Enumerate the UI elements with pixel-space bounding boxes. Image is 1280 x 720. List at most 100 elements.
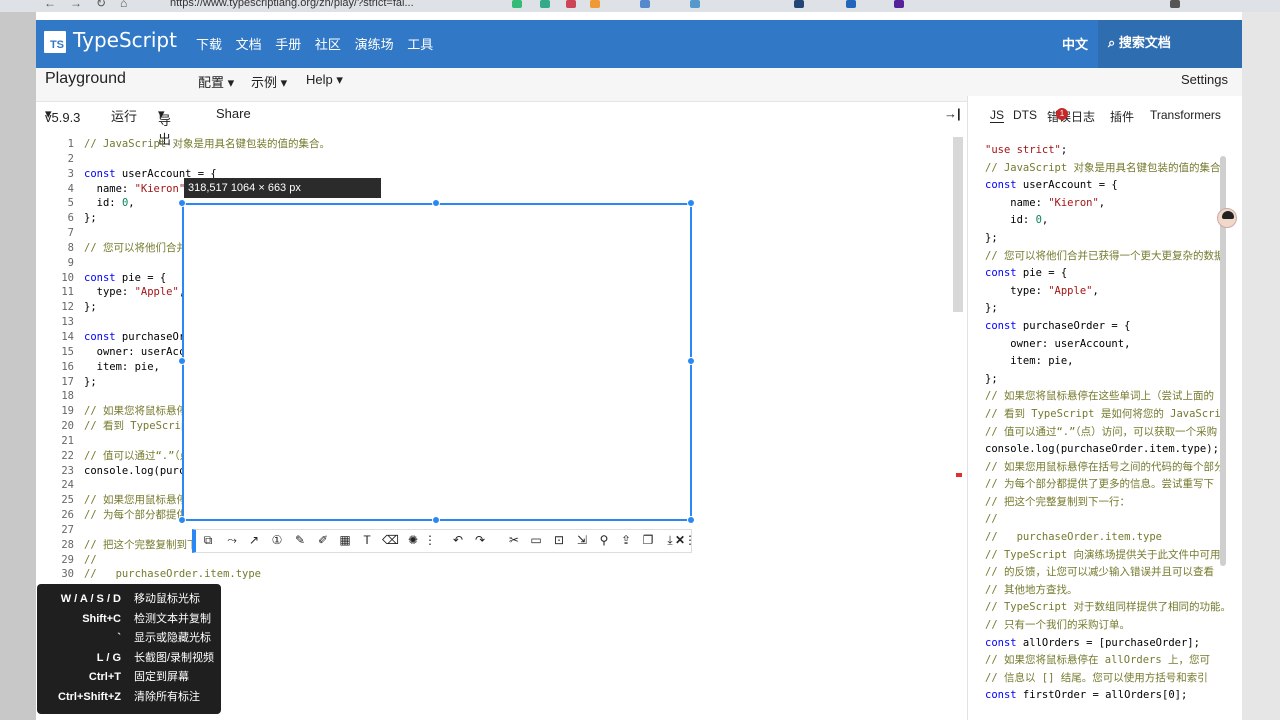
shortcut-description: 移动鼠标光标	[134, 593, 200, 605]
cut-icon[interactable]: ✂	[506, 533, 522, 547]
resize-handle[interactable]	[178, 357, 186, 365]
home-icon[interactable]: ⌂	[120, 0, 127, 10]
pin-icon[interactable]: ⚲	[596, 533, 612, 547]
share-button[interactable]: Share	[216, 106, 251, 121]
capture-selection[interactable]	[182, 203, 692, 521]
menu-icon[interactable]: ⋮	[682, 533, 698, 547]
tab-logs[interactable]: 日志	[1071, 108, 1095, 125]
brand-name[interactable]: TypeScript	[73, 28, 177, 52]
browser-toolbar: ← → ↻ ⌂ https://www.typescriptlang.org/z…	[0, 0, 1280, 12]
tab-transformers[interactable]: Transformers	[1150, 108, 1221, 122]
record-icon[interactable]: ▭	[528, 533, 544, 547]
capture-toolbar: ⧉ ⤳ ↗ ① ✎ ✐ ▦ T ⌫ ✺ ⋮ ↶ ↷ ✂ ▭ ⊡ ⇲ ⚲ ⇪ ❐ …	[192, 529, 696, 553]
line-number: 15	[61, 345, 74, 358]
shortcut-hints-panel: W / A / S / D 移动鼠标光标 Shift+C 检测文本并复制 ` 显示或隐藏光…	[37, 584, 221, 714]
extension-icon[interactable]	[894, 0, 904, 8]
output-line: // 其他地方查找。	[985, 583, 1078, 596]
redo-icon[interactable]: ↷	[472, 533, 488, 547]
extension-icon[interactable]	[540, 0, 550, 8]
code-line[interactable]	[84, 152, 964, 167]
output-line: "use strict";	[985, 144, 1068, 156]
upload-icon[interactable]: ⇪	[618, 533, 634, 547]
address-bar[interactable]: https://www.typescriptlang.org/zh/play/?…	[170, 0, 414, 9]
export-menu[interactable]: 导出 ▾	[158, 106, 171, 147]
resize-handle[interactable]	[687, 516, 695, 524]
download-icon[interactable]	[1170, 0, 1180, 8]
line-number: 9	[67, 256, 74, 269]
extension-icon[interactable]	[846, 0, 856, 8]
resize-handle[interactable]	[178, 516, 186, 524]
nav-link-tools[interactable]: 工具	[407, 37, 433, 52]
resize-handle[interactable]	[178, 199, 186, 207]
nav-link-download[interactable]: 下载	[196, 37, 222, 52]
editor-scrollbar[interactable]	[953, 137, 963, 312]
version-select[interactable]: v5.9.3 ▾	[45, 106, 80, 125]
forward-icon[interactable]: →	[70, 0, 82, 10]
code-line[interactable]: // JavaScript 对象是用具名键包装的值的集合。	[84, 137, 964, 152]
extension-icon[interactable]	[640, 0, 650, 8]
extension-icon[interactable]	[794, 0, 804, 8]
mosaic-icon[interactable]: ▦	[337, 533, 353, 547]
nav-link-handbook[interactable]: 手册	[275, 37, 301, 52]
arrow-icon[interactable]: ↗	[246, 533, 262, 547]
back-icon[interactable]: ←	[44, 0, 56, 10]
nav-link-community[interactable]: 社区	[315, 37, 341, 52]
run-button[interactable]: 运行	[111, 106, 137, 125]
extension-icon[interactable]	[690, 0, 700, 8]
line-number: 26	[61, 509, 74, 522]
shape-icon[interactable]: ⧉	[200, 533, 216, 548]
nav-link-docs[interactable]: 文档	[236, 37, 262, 52]
copy-icon[interactable]: ❐	[640, 533, 656, 547]
scroll-capture-icon[interactable]: ⇲	[574, 533, 590, 547]
avatar[interactable]	[1217, 208, 1237, 228]
tab-plugins[interactable]: 插件	[1110, 108, 1134, 125]
text-icon[interactable]: T	[359, 533, 375, 547]
code-line[interactable]: //	[84, 553, 964, 568]
nav-link-playground[interactable]: 演练场	[355, 37, 394, 52]
more-icon[interactable]: ⋮	[422, 533, 438, 547]
config-menu[interactable]: 配置 ▾	[198, 72, 234, 91]
number-icon[interactable]: ①	[269, 533, 285, 547]
line-number: 17	[61, 375, 74, 388]
output-line: // 把这个完整复制到下一行：	[985, 495, 1130, 508]
output-line: // 的反馈，让您可以减少输入错误并且可以查看	[985, 566, 1214, 579]
resize-handle[interactable]	[687, 199, 695, 207]
shortcut-key: Ctrl+Shift+Z	[58, 690, 121, 703]
extension-icon[interactable]	[590, 0, 600, 8]
compiled-output[interactable]: "use strict"; // JavaScript 对象是用具名键包装的值的集…	[985, 142, 1225, 705]
shortcut-description: 长截图/录制视频	[134, 651, 215, 664]
output-line: const firstOrder = allOrders[0];	[985, 689, 1188, 702]
line-number: 8	[67, 241, 74, 254]
line-number: 10	[61, 271, 74, 284]
tab-js[interactable]: JS	[990, 108, 1005, 123]
tab-dts[interactable]: DTS	[1013, 108, 1037, 122]
path-icon[interactable]: ⤳	[224, 533, 240, 548]
line-number: 24	[61, 479, 74, 492]
resize-handle[interactable]	[432, 199, 440, 207]
ocr-icon[interactable]: ⊡	[551, 533, 567, 547]
marker-icon[interactable]: ✐	[315, 533, 331, 547]
search-button[interactable]: ⌕ 搜索文档	[1098, 20, 1242, 68]
pen-icon[interactable]: ✎	[292, 533, 308, 547]
help-menu[interactable]: Help ▾	[306, 72, 343, 88]
shortcut-description: 显示或隐藏光标	[134, 632, 211, 644]
resize-handle[interactable]	[687, 357, 695, 365]
shortcut-row: L / G 长截图/录制视频	[37, 649, 221, 669]
language-switch[interactable]: 中文	[1062, 34, 1088, 53]
ts-logo[interactable]: TS	[44, 31, 66, 53]
reload-icon[interactable]: ↻	[96, 0, 106, 10]
collapse-icon[interactable]: →|	[944, 106, 961, 121]
code-line[interactable]: // purchaseOrder.item.type	[84, 567, 964, 582]
resize-handle[interactable]	[432, 516, 440, 524]
output-pane: JS DTS 错误 1 日志 插件 Transformers "use stri…	[967, 96, 1242, 720]
light-icon[interactable]: ✺	[405, 533, 421, 547]
settings-button[interactable]: Settings	[1181, 72, 1228, 87]
output-line: const userAccount = {	[985, 179, 1118, 192]
examples-menu[interactable]: 示例 ▾	[251, 72, 287, 91]
undo-icon[interactable]: ↶	[450, 533, 466, 547]
line-number: 14	[61, 330, 74, 343]
eraser-icon[interactable]: ⌫	[382, 533, 399, 547]
extension-icon[interactable]	[566, 0, 576, 8]
shortcut-description: 固定到屏幕	[134, 671, 189, 683]
extension-icon[interactable]	[512, 0, 522, 8]
